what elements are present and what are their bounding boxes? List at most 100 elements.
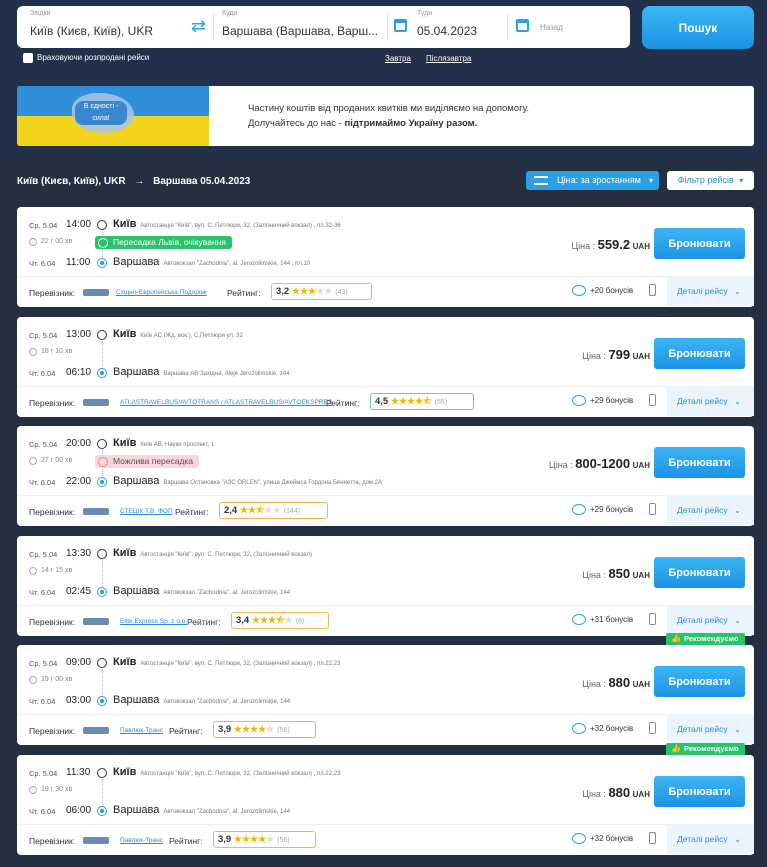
star-icon: ★ xyxy=(407,396,416,406)
arrival-time: 06:10 xyxy=(66,367,92,378)
date-label: Туди xyxy=(417,10,433,17)
trip-duration: 18 г 10 хв xyxy=(41,348,73,355)
departure-time: 20:00 xyxy=(66,438,92,449)
banner-line2-prefix: Долучайтесь до нас - xyxy=(248,118,345,129)
departure-time: 11:30 xyxy=(66,767,91,778)
currency: UAH xyxy=(632,461,650,470)
departure-address: Автостанція "Київ", вул. С. Петлюри, 32,… xyxy=(140,223,341,229)
date-field[interactable]: Туди 05.04.2023 xyxy=(387,6,507,48)
departure-time: 13:30 xyxy=(66,548,92,559)
banner-line2-bold: підтримаймо Україну разом. xyxy=(344,118,478,129)
trip-details-button[interactable]: Деталі рейсу ⌄ xyxy=(667,276,754,306)
price-value: 880 xyxy=(608,675,631,690)
star-icon: ★ xyxy=(284,615,293,625)
rating-box: 3,9 ★★★★★ (56) xyxy=(213,831,316,848)
recommended-label: Рекомендуємо xyxy=(684,744,739,753)
star-icon: ★ xyxy=(251,615,260,625)
book-button[interactable]: Бронювати xyxy=(654,447,745,478)
bonus-count: +32 бонусів xyxy=(590,724,634,733)
departure-city: Київ xyxy=(113,437,137,449)
arrival-address: Варшава АВ Західна, Aleje Jerozolimskie,… xyxy=(163,371,290,377)
from-value: Київ (Києв, Київ), UKR xyxy=(30,24,153,38)
to-label: Куди xyxy=(222,10,238,17)
recommended-badge: 👍 Рекомендуємо xyxy=(666,633,745,645)
price: Ціна : 799 UAH xyxy=(582,347,650,362)
review-count: (43) xyxy=(335,289,348,296)
departure-stop: Київ Автостанція "Київ", вул. С. Петлюри,… xyxy=(113,766,340,778)
carrier-label: Перевізник: xyxy=(29,836,76,846)
star-icon: ★ xyxy=(247,505,257,515)
price-value: 880 xyxy=(608,785,631,800)
star-icon: ★ xyxy=(390,396,399,406)
carrier-link[interactable]: Павлюк-Транс xyxy=(120,837,163,844)
phone-icon xyxy=(649,503,656,515)
book-button[interactable]: Бронювати xyxy=(654,776,745,807)
swap-icon[interactable]: ⇄ xyxy=(191,16,206,36)
book-button[interactable]: Бронювати xyxy=(654,228,745,259)
trip-card: Ср. 5.04 13:30 Київ Автостанція "Київ", в… xyxy=(17,536,754,636)
carrier-link[interactable]: СТЕЦІК Т.В. ФОП xyxy=(120,508,173,515)
rating-value: 3,9 xyxy=(218,834,232,845)
return-date-field[interactable]: Назад xyxy=(507,6,627,48)
transfer-icon xyxy=(98,237,108,248)
arrival-city: Варшава xyxy=(113,804,160,816)
details-label: Деталі рейсу xyxy=(677,834,728,844)
sold-out-checkbox[interactable] xyxy=(23,53,33,63)
departure-point-icon xyxy=(97,549,107,559)
bonus-eye-icon xyxy=(572,395,586,406)
trip-details-button[interactable]: Деталі рейсу ⌄ xyxy=(667,824,754,854)
to-value: Варшава (Варшава, Варш... xyxy=(222,24,379,38)
trip-duration: 27 г 00 хв xyxy=(41,457,73,464)
support-ukraine-banner[interactable]: В єдності - сила! Частину коштів від про… xyxy=(17,86,754,146)
from-field[interactable]: Звідки Київ (Києв, Київ), UKR xyxy=(17,6,187,48)
search-button[interactable]: Пошук xyxy=(642,6,754,49)
trip-details-button[interactable]: Деталі рейсу ⌄ xyxy=(667,386,754,416)
route-summary: Київ (Києв, Київ), UKR → Варшава 05.04.2… xyxy=(17,176,250,187)
star-icon: ★ xyxy=(268,615,277,625)
carrier-link[interactable]: Павлюк-Транс xyxy=(120,727,163,734)
book-button[interactable]: Бронювати xyxy=(654,338,745,369)
day-after-link[interactable]: Післязавтра xyxy=(426,54,471,63)
trip-details-button[interactable]: Деталі рейсу ⌄ xyxy=(667,495,754,525)
trip-card: 👍 Рекомендуємо Ср. 5.04 11:30 Київ Автоста… xyxy=(17,743,754,855)
arrival-point-icon xyxy=(97,587,107,597)
details-label: Деталі рейсу xyxy=(677,724,728,734)
to-field[interactable]: Куди Варшава (Варшава, Варш... xyxy=(213,6,383,48)
arrival-date: Чт. 6.04 xyxy=(29,588,56,597)
details-label: Деталі рейсу xyxy=(677,505,728,515)
chevron-down-icon: ⌄ xyxy=(734,615,742,625)
divider xyxy=(17,276,754,277)
arrival-time: 03:00 xyxy=(66,695,92,706)
tomorrow-link[interactable]: Завтра xyxy=(385,54,411,63)
carrier-link[interactable]: ATLASTRAVELBUS/AVTOTRANS / ATLASTRAVELBU… xyxy=(120,399,332,406)
carrier-link[interactable]: Elite Express Sp. z o.o. xyxy=(120,618,187,625)
thumbs-up-icon: 👍 xyxy=(671,634,681,643)
sold-out-label: Враховуючи розпродані рейси xyxy=(37,53,150,62)
transfer-text: Можлива пересадка xyxy=(113,456,194,466)
departure-time: 09:00 xyxy=(66,657,92,668)
arrival-date: Чт. 6.04 xyxy=(29,697,56,706)
filter-dropdown[interactable]: Фільтр рейсів ▾ xyxy=(667,171,754,190)
banner-line1: Частину коштів від проданих квитків ми в… xyxy=(248,103,530,114)
from-label: Звідки xyxy=(30,10,51,17)
departure-point-icon xyxy=(97,330,107,340)
trip-details-button[interactable]: Деталі рейсу ⌄ xyxy=(667,605,754,635)
trip-details-button[interactable]: Деталі рейсу ⌄ xyxy=(667,714,754,744)
carrier-label: Перевізник: xyxy=(29,617,76,627)
arrival-stop: Варшава Автовокзал "Zachodnia", al. Jeroz… xyxy=(113,694,290,706)
arrival-point-icon xyxy=(97,368,107,378)
book-button[interactable]: Бронювати xyxy=(654,557,745,588)
star-icon: ★ xyxy=(259,615,269,625)
carrier-link[interactable]: Східно-Європейська Подорож xyxy=(116,289,207,296)
bus-icon xyxy=(83,837,109,844)
bus-icon xyxy=(83,399,109,406)
rating-box: 3,9 ★★★★★ (56) xyxy=(213,721,316,738)
departure-address: Київ АВ, Науки проспект, 1 xyxy=(140,442,215,448)
arrival-address: Автовокзал "Zachodnia", al. Jerozolimski… xyxy=(163,699,291,705)
star-icon: ★ xyxy=(272,505,281,515)
book-button[interactable]: Бронювати xyxy=(654,666,745,697)
bus-icon xyxy=(83,618,109,625)
sort-dropdown[interactable]: Ціна: за зростанням ▾ xyxy=(526,171,659,190)
route-line xyxy=(102,341,103,371)
rating-label: Рейтинг: xyxy=(175,507,209,517)
